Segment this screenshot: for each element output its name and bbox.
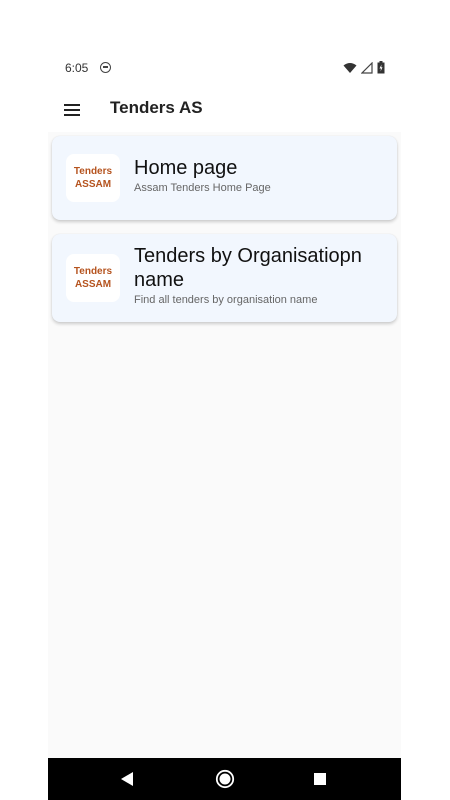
status-time: 6:05 (65, 61, 89, 75)
phone-screen: 6:05 Tenders AS Tenders ASSAM Home page … (48, 50, 401, 800)
logo-line-1: Tenders (73, 266, 113, 277)
battery-icon (377, 61, 385, 74)
home-icon[interactable] (215, 769, 235, 789)
notification-icon (100, 62, 111, 73)
tenders-assam-logo: Tenders ASSAM (66, 154, 120, 202)
tenders-assam-logo: Tenders ASSAM (66, 254, 120, 302)
recents-icon[interactable] (313, 772, 327, 786)
logo-line-2: ASSAM (74, 179, 112, 190)
app-bar: Tenders AS (48, 88, 401, 132)
menu-button[interactable] (62, 100, 82, 120)
signal-icon (361, 61, 373, 74)
card-title: Tenders by Organisatiopn name (134, 245, 362, 291)
card-title: Home page (134, 157, 238, 179)
logo-line-1: Tenders (73, 166, 113, 177)
home-page-card[interactable]: Tenders ASSAM Home page Assam Tenders Ho… (52, 136, 397, 220)
tenders-by-organisation-card[interactable]: Tenders ASSAM Tenders by Organisatiopn n… (52, 234, 397, 322)
back-icon[interactable] (120, 771, 134, 787)
navigation-bar (48, 758, 401, 800)
logo-line-2: ASSAM (74, 279, 112, 290)
menu-icon (64, 104, 80, 116)
wifi-icon (343, 62, 357, 73)
card-subtitle: Assam Tenders Home Page (134, 182, 271, 194)
card-subtitle: Find all tenders by organisation name (134, 294, 318, 306)
status-icons (343, 61, 385, 74)
page-title: Tenders AS (110, 98, 203, 117)
status-bar: 6:05 (48, 50, 401, 88)
